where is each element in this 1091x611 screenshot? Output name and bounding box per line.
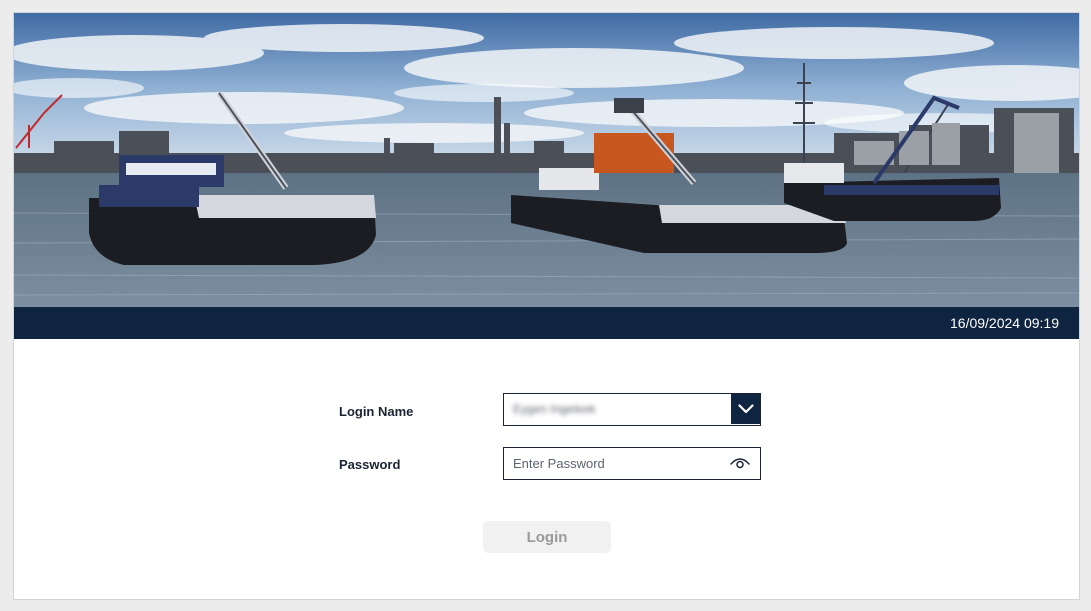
password-field[interactable]	[503, 447, 761, 480]
eye-icon	[730, 458, 750, 469]
status-bar: 16/09/2024 09:19	[14, 307, 1079, 339]
login-name-value: Eygen Ingeleek	[513, 402, 596, 416]
datetime-display: 16/09/2024 09:19	[950, 315, 1059, 331]
dropdown-toggle-button[interactable]	[731, 394, 760, 424]
login-window: 16/09/2024 09:19 Login Name Eygen Ingele…	[13, 12, 1080, 600]
login-button[interactable]: Login	[483, 521, 611, 553]
chevron-down-icon	[737, 404, 754, 414]
banner-photo	[14, 13, 1079, 307]
login-name-dropdown[interactable]: Eygen Ingeleek	[503, 393, 761, 426]
password-input[interactable]	[504, 448, 719, 478]
password-label: Password	[339, 457, 401, 472]
show-password-button[interactable]	[728, 454, 752, 472]
login-name-label: Login Name	[339, 404, 414, 419]
